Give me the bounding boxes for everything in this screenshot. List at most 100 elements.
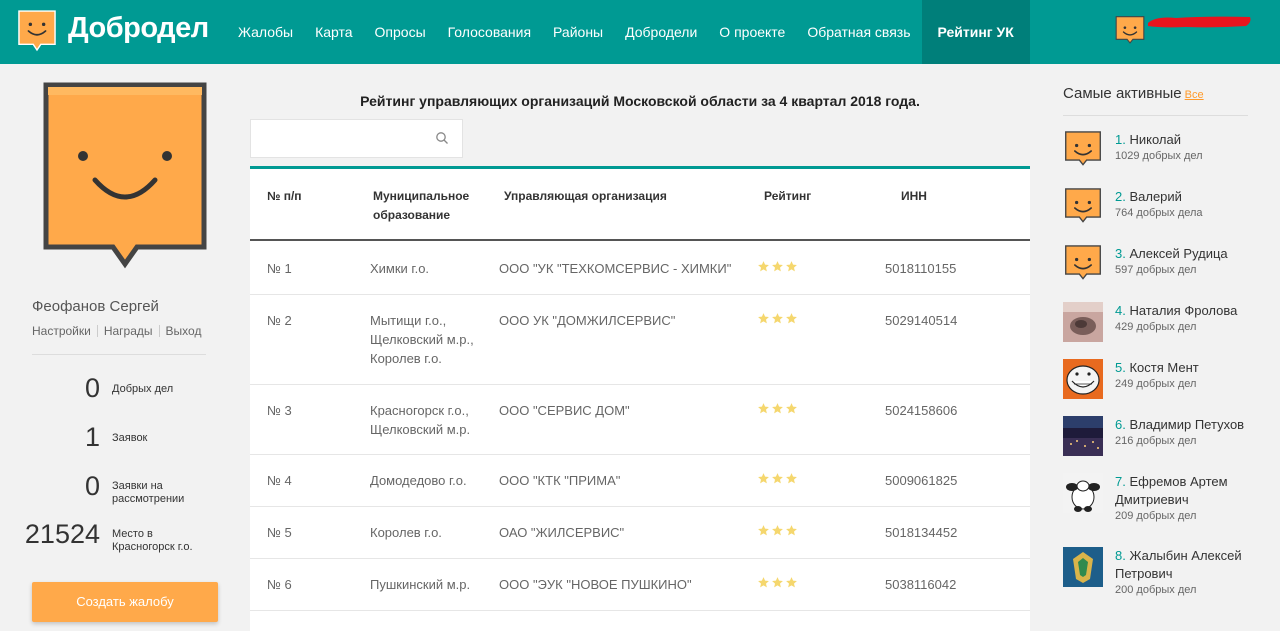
table-row[interactable]: № 5 Королев г.о. ОАО "ЖИЛСЕРВИС" 5018134452 <box>250 507 1030 559</box>
link-divider <box>96 325 98 337</box>
stat-pending: 0 Заявки на рассмотрении <box>30 471 230 515</box>
active-user-name[interactable]: 2. Валерий <box>1115 188 1275 206</box>
active-user-name[interactable]: 3. Алексей Рудица <box>1115 245 1275 263</box>
stat-value: 0 <box>84 373 100 403</box>
row-inn: 5009061825 <box>885 473 958 488</box>
stat-label: Заявки на рассмотрении <box>112 480 185 505</box>
active-user-fullname: Жалыбин Алексей Петрович <box>1115 548 1242 581</box>
user-photo-avatar[interactable] <box>1063 547 1103 587</box>
user-photo-avatar[interactable] <box>1063 359 1103 399</box>
row-inn: 5018134452 <box>885 525 958 540</box>
star-icon <box>771 260 784 278</box>
col-inn: ИНН <box>901 189 927 203</box>
active-user-deeds-count: 764 добрых дела <box>1115 207 1203 219</box>
active-user-fullname: Валерий <box>1129 189 1182 204</box>
active-user-fullname: Костя Мент <box>1129 360 1199 375</box>
most-active-title: Самые активные Все <box>1063 85 1204 102</box>
nav-feedback[interactable]: Обратная связь <box>796 0 921 64</box>
star-icon <box>785 524 798 542</box>
active-user-name[interactable]: 1. Николай <box>1115 131 1275 149</box>
default-avatar-icon[interactable] <box>1063 188 1103 228</box>
star-icon <box>757 312 770 330</box>
nav-map[interactable]: Карта <box>304 0 363 64</box>
active-user-name[interactable]: 8. Жалыбин Алексей Петрович <box>1115 547 1275 583</box>
nav-uk-rating[interactable]: Рейтинг УК <box>921 0 1030 64</box>
nav-votes[interactable]: Голосования <box>437 0 542 64</box>
logo-text[interactable]: Добродел <box>68 12 209 45</box>
row-inn: 5018110155 <box>885 261 957 276</box>
default-avatar-icon[interactable] <box>1063 131 1103 171</box>
search-icon[interactable] <box>435 131 449 145</box>
most-active-label: Самые активные <box>1063 85 1182 102</box>
row-municipality: Королев г.о. <box>370 525 442 540</box>
nav-dobrodels[interactable]: Добродели <box>614 0 708 64</box>
table-row[interactable]: № 1 Химки г.о. ООО "УК "ТЕХКОМСЕРВИС - ХИМ… <box>250 243 1030 295</box>
table-row[interactable]: № 2 Мытищи г.о., Щелковский м.р., Королев… <box>250 295 1030 385</box>
star-icon <box>785 576 798 594</box>
star-icon <box>757 402 770 420</box>
active-user-fullname: Николай <box>1129 132 1181 147</box>
active-user-fullname: Владимир Петухов <box>1129 417 1245 432</box>
star-icon <box>771 576 784 594</box>
row-number: № 6 <box>267 577 292 592</box>
nav-complaints[interactable]: Жалобы <box>227 0 304 64</box>
default-avatar-icon[interactable] <box>1063 245 1103 285</box>
all-link[interactable]: Все <box>1185 89 1204 101</box>
active-user-rank: 5. <box>1115 360 1126 375</box>
user-photo-avatar[interactable] <box>1063 302 1103 342</box>
row-number: № 1 <box>267 261 292 276</box>
stat-good-deeds: 0 Добрых дел <box>30 373 230 417</box>
star-icon <box>785 472 798 490</box>
star-icon <box>757 472 770 490</box>
active-user-deeds-count: 429 добрых дел <box>1115 321 1197 333</box>
logout-link[interactable]: Выход <box>166 324 202 338</box>
row-municipality: Домодедово г.о. <box>370 473 467 488</box>
stat-requests: 1 Заявок <box>30 422 230 466</box>
divider <box>32 354 206 355</box>
user-photo-avatar[interactable] <box>1063 473 1103 513</box>
row-organization: ОАО "ЖИЛСЕРВИС" <box>499 525 625 540</box>
active-user-fullname: Алексей Рудица <box>1129 246 1228 261</box>
row-inn: 5038116042 <box>885 577 957 592</box>
active-user-rank: 4. <box>1115 303 1126 318</box>
active-user-name[interactable]: 5. Костя Мент <box>1115 359 1275 377</box>
star-icon <box>785 402 798 420</box>
row-municipality: Красногорск г.о., Щелковский м.р. <box>370 403 471 437</box>
rating-stars <box>757 260 798 278</box>
active-user-rank: 1. <box>1115 132 1126 147</box>
create-complaint-button[interactable]: Создать жалобу <box>32 582 218 622</box>
awards-link[interactable]: Награды <box>104 324 153 338</box>
nav-districts[interactable]: Районы <box>542 0 614 64</box>
nav-about[interactable]: О проекте <box>708 0 796 64</box>
row-number: № 4 <box>267 473 292 488</box>
settings-link[interactable]: Настройки <box>32 324 91 338</box>
stat-label: Добрых дел <box>112 383 174 395</box>
active-user-deeds-count: 200 добрых дел <box>1115 584 1197 596</box>
row-inn: 5024158606 <box>885 403 958 418</box>
row-inn: 5029140514 <box>885 313 958 328</box>
user-avatar-icon[interactable] <box>1115 16 1145 48</box>
table-row[interactable]: № 4 Домодедово г.о. ООО "КТК "ПРИМА" 500906… <box>250 455 1030 507</box>
nav-polls[interactable]: Опросы <box>364 0 437 64</box>
user-photo-avatar[interactable] <box>1063 416 1103 456</box>
main-nav: Жалобы Карта Опросы Голосования Районы Д… <box>227 0 1030 64</box>
table-row[interactable]: № 6 Пушкинский м.р. ООО "ЭУК "НОВОЕ ПУШКИН… <box>250 559 1030 611</box>
col-number: № п/п <box>267 189 302 203</box>
dobrodel-logo-icon[interactable] <box>18 9 56 53</box>
table-row[interactable]: № 3 Красногорск г.о., Щелковский м.р. ООО … <box>250 385 1030 455</box>
stat-place: 21524 Место в Красногорск г.о. <box>25 519 230 563</box>
active-user-deeds-count: 216 добрых дел <box>1115 435 1197 447</box>
active-user-name[interactable]: 6. Владимир Петухов <box>1115 416 1275 434</box>
stat-label: Место в Красногорск г.о. <box>112 528 193 553</box>
active-user-name[interactable]: 4. Наталия Фролова <box>1115 302 1275 320</box>
active-user-rank: 7. <box>1115 474 1126 489</box>
row-municipality: Мытищи г.о., Щелковский м.р., Королев г.… <box>370 313 474 366</box>
search-input[interactable] <box>259 128 424 150</box>
stat-value: 0 <box>84 471 100 501</box>
row-municipality: Химки г.о. <box>370 261 430 276</box>
row-organization: ООО "СЕРВИС ДОМ" <box>499 403 630 418</box>
active-user-name[interactable]: 7. Ефремов Артем Дмитриевич <box>1115 473 1275 509</box>
row-number: № 5 <box>267 525 292 540</box>
row-organization: ООО "УК "ТЕХКОМСЕРВИС - ХИМКИ" <box>499 261 732 276</box>
link-divider <box>158 325 160 337</box>
